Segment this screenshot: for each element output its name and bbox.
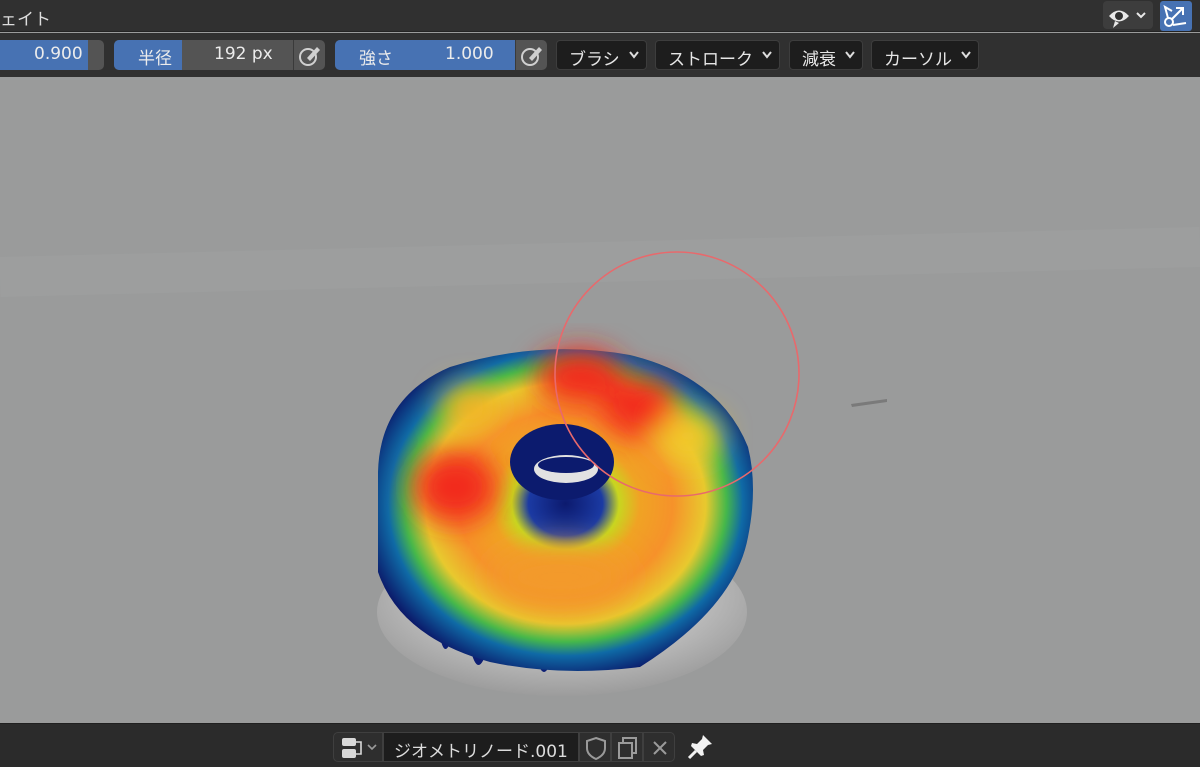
visibility-dropdown[interactable]: [1103, 1, 1153, 29]
cursor-menu-label: カーソル: [884, 50, 952, 70]
donut-hole-shadow: [538, 457, 594, 473]
fake-user-button[interactable]: [579, 732, 611, 762]
gizmo-icon: [1163, 4, 1187, 27]
distant-object: [851, 399, 887, 407]
3d-viewport[interactable]: [0, 77, 1200, 723]
duplicate-icon: [618, 737, 637, 759]
strength-pressure-button[interactable]: [515, 40, 547, 70]
brush-menu[interactable]: ブラシ: [556, 40, 647, 70]
weight-field[interactable]: 0.900: [0, 40, 104, 70]
chevron-down-icon: [1136, 12, 1146, 19]
chevron-down-icon: [845, 51, 855, 59]
ground-plane: [0, 227, 1200, 297]
pin-icon: [687, 735, 712, 760]
strength-label: 強さ: [359, 49, 393, 69]
stroke-menu-label: ストローク: [668, 50, 753, 70]
chevron-down-icon: [762, 51, 772, 59]
pen-pressure-icon: [521, 47, 542, 66]
pin-button[interactable]: [684, 731, 716, 763]
strength-field[interactable]: 強さ 1.000: [335, 40, 516, 70]
shield-icon: [586, 736, 606, 761]
stroke-menu[interactable]: ストローク: [655, 40, 780, 70]
duplicate-datablock-button[interactable]: [611, 732, 643, 762]
falloff-menu-label: 減衰: [802, 50, 836, 70]
brush-menu-label: ブラシ: [569, 50, 620, 70]
pen-pressure-icon: [299, 47, 320, 66]
falloff-menu[interactable]: 減衰: [789, 40, 863, 70]
radius-label: 半径: [138, 49, 172, 69]
eye-icon: [1109, 10, 1146, 28]
chevron-down-icon: [961, 51, 971, 59]
node-tree-type-button[interactable]: [333, 732, 383, 762]
datablock-name: ジオメトリノード.001: [394, 742, 568, 762]
chevron-down-icon: [629, 51, 639, 59]
unlink-datablock-button[interactable]: [643, 732, 675, 762]
radius-value: 192 px: [214, 44, 273, 64]
chevron-down-icon: [367, 744, 377, 751]
strength-value: 1.000: [445, 44, 494, 64]
mode-title: ェイト: [0, 10, 51, 30]
viewport-header: ェイト: [0, 0, 1200, 32]
geometry-nodes-header: ジオメトリノード.001: [0, 723, 1200, 767]
gizmo-toggle[interactable]: [1160, 1, 1192, 31]
viewport-scene: [0, 227, 1200, 696]
radius-field[interactable]: 半径 192 px: [114, 40, 294, 70]
datablock-name-field[interactable]: ジオメトリノード.001: [383, 732, 579, 762]
close-icon: [653, 741, 667, 755]
tool-settings-bar: 0.900 半径 192 px 強さ 1.000 ブラシ ストローク 減衰 カー…: [0, 33, 1200, 77]
radius-pressure-button[interactable]: [293, 40, 325, 70]
cursor-menu[interactable]: カーソル: [871, 40, 979, 70]
weight-value: 0.900: [34, 44, 83, 64]
node-tree-icon: [342, 738, 377, 758]
